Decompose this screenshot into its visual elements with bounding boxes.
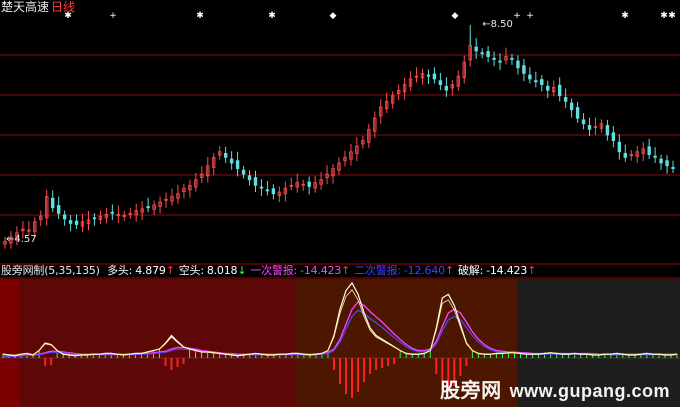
candle-body	[50, 197, 55, 209]
candle-body	[474, 46, 478, 52]
candle-body	[229, 158, 234, 164]
candle-body	[62, 214, 67, 220]
indicator-item-value: 8.018	[206, 264, 238, 277]
candle-body	[540, 79, 544, 85]
candle-body	[653, 155, 657, 158]
indicator-item-0: 多头: 4.879↑	[107, 264, 175, 277]
indicator-item-arrow: ↑	[341, 264, 351, 277]
indicator-item-label: 破解:	[457, 264, 484, 277]
signal-mark: +	[109, 11, 117, 21]
candle-body	[74, 220, 79, 225]
candle-body	[557, 84, 562, 97]
indicator-legend: 股旁网制(5,35,135) 多头: 4.879↑ 空头: 8.018↓ 一次警报: -1…	[1, 264, 540, 278]
zone-dark-red	[0, 279, 20, 407]
candle-body	[581, 119, 586, 125]
candle-body	[480, 52, 484, 55]
zone-red	[20, 279, 295, 407]
candle-body	[241, 169, 246, 175]
candle-body	[247, 175, 252, 181]
candle-body	[569, 102, 574, 111]
candle-body	[432, 73, 437, 80]
candle-body	[68, 220, 73, 224]
indicator-item-label: 空头:	[178, 264, 204, 277]
candle-body	[271, 188, 276, 195]
candle-body	[611, 132, 616, 141]
signal-mark: ✱	[268, 11, 276, 21]
candle-body	[259, 186, 264, 189]
signal-mark: ✱	[621, 11, 629, 21]
candle-body	[56, 205, 61, 214]
candle-body	[605, 125, 610, 136]
indicator-item-3: 二次警报: -12.640↑	[354, 264, 454, 277]
watermark-cn: 股旁网	[440, 378, 502, 402]
candle-body	[223, 153, 228, 158]
stock-name: 楚天高速	[1, 0, 50, 14]
indicator-item-label: 二次警报:	[354, 264, 401, 277]
chart-window: ←8.50 ←4.57 ✱ + ✱ ✱ ◆ ◆ + + ✱ ✱ ✱ 楚天高速 日线 股旁网制(5,35,1…	[0, 0, 680, 407]
signal-mark: ✱	[668, 11, 676, 21]
candle-body	[665, 160, 669, 167]
candle-body	[659, 158, 663, 164]
indicator-name: 股旁网制(5,35,135)	[1, 264, 100, 277]
candle-body	[575, 107, 580, 119]
indicator-item-2: 一次警报: -14.423↑	[250, 264, 350, 277]
candle-body	[528, 74, 532, 80]
indicator-item-label: 一次警报:	[250, 264, 298, 277]
period-label: 日线	[51, 0, 76, 14]
candle-body	[426, 74, 431, 77]
candle-body	[265, 189, 270, 192]
candle-body	[235, 160, 240, 169]
watermark: 股旁网 www.gupang.com	[440, 374, 670, 403]
candle-body	[546, 85, 550, 91]
candle-body	[510, 57, 514, 60]
signal-mark: ◆	[330, 11, 337, 21]
candle-body	[92, 217, 97, 220]
indicator-item-arrow: ↑	[527, 264, 537, 277]
indicator-item-value: -14.423	[486, 264, 528, 277]
candle-body	[623, 153, 628, 158]
candle-body	[534, 80, 538, 83]
high-price-label: ←8.50	[482, 19, 513, 30]
indicator-item-arrow: ↓	[237, 264, 247, 277]
signal-mark: ✱	[660, 11, 668, 21]
signal-mark: +	[526, 11, 534, 21]
candle-body	[587, 125, 592, 130]
candle-body	[516, 60, 520, 69]
candle-body	[253, 177, 258, 186]
indicator-item-1: 空头: 8.018↓	[179, 264, 247, 277]
indicator-item-arrow: ↑	[444, 264, 454, 277]
price-and-indicator-chart[interactable]: ←8.50←4.57✱ + ✱ ✱ ◆ ◆ + + ✱ ✱ ✱	[0, 0, 680, 407]
indicator-item-value: -12.640	[403, 264, 445, 277]
candle-body	[486, 51, 490, 57]
indicator-item-arrow: ↑	[165, 264, 175, 277]
candle-body	[563, 97, 568, 102]
candle-body	[671, 167, 675, 169]
chart-header: 楚天高速 日线	[1, 0, 75, 14]
candle-body	[146, 206, 150, 209]
signal-mark: ◆	[452, 11, 459, 21]
watermark-url: www.gupang.com	[509, 381, 670, 401]
low-price-label: ←4.57	[6, 234, 37, 245]
indicator-item-value: -14.423	[300, 264, 342, 277]
candle-body	[498, 60, 502, 63]
indicator-item-4: 破解: -14.423↑	[458, 264, 536, 277]
candle-body	[307, 181, 311, 187]
candle-body	[522, 65, 526, 74]
signal-mark: ✱	[196, 11, 204, 21]
signal-mark: +	[513, 11, 521, 21]
indicator-item-label: 多头:	[107, 264, 133, 277]
candle-body	[492, 57, 496, 60]
candle-body	[444, 85, 449, 91]
indicator-item-value: 4.879	[135, 264, 166, 277]
candle-body	[438, 80, 443, 85]
candle-body	[110, 211, 115, 214]
candle-body	[617, 141, 622, 153]
candle-body	[647, 146, 651, 155]
